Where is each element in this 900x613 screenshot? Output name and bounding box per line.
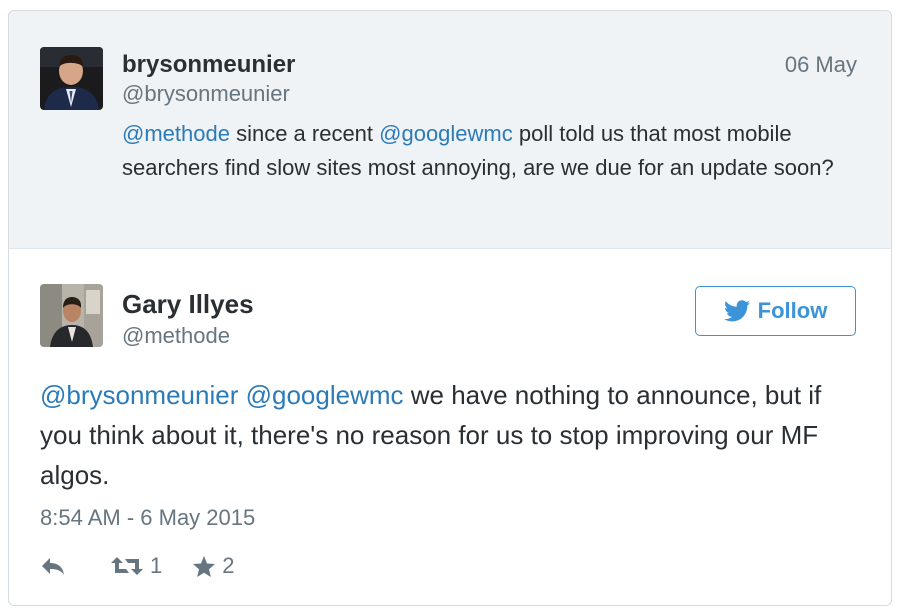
parent-display-name[interactable]: brysonmeunier xyxy=(122,51,295,79)
embedded-tweet-card: brysonmeunier @brysonmeunier 06 May @met… xyxy=(8,10,892,606)
reply-icon xyxy=(42,558,64,575)
main-tweet-text: @brysonmeunier @googlewmc we have nothin… xyxy=(40,375,860,495)
favorite-count: 2 xyxy=(222,553,235,578)
mention-link[interactable]: @methode xyxy=(122,121,230,146)
follow-button[interactable]: Follow xyxy=(695,286,856,336)
author-handle[interactable]: @methode xyxy=(122,323,230,349)
follow-label: Follow xyxy=(757,298,828,323)
mention-link[interactable]: @googlewmc xyxy=(379,121,513,146)
parent-handle[interactable]: @brysonmeunier xyxy=(122,81,290,107)
star-icon xyxy=(193,555,216,577)
avatar-brysonmeunier[interactable] xyxy=(40,47,103,110)
parent-date[interactable]: 06 May xyxy=(785,52,857,78)
tweet-actions: 1 2 xyxy=(40,551,235,581)
retweet-icon xyxy=(111,557,143,575)
retweet-count: 1 xyxy=(150,553,163,578)
tweet-text-segment: since a recent xyxy=(229,121,380,146)
author-display-name[interactable]: Gary Illyes xyxy=(122,289,254,320)
avatar-gary-illyes[interactable] xyxy=(40,284,103,347)
tweet-text-segment xyxy=(238,380,245,410)
parent-tweet-text: @methode since a recent @googlewmc poll … xyxy=(122,117,867,185)
mention-link[interactable]: @googlewmc xyxy=(246,380,404,410)
tweet-timestamp[interactable]: 8:54 AM - 6 May 2015 xyxy=(40,505,255,531)
twitter-bird-icon xyxy=(723,300,750,322)
mention-link[interactable]: @brysonmeunier xyxy=(40,380,238,410)
favorite-button[interactable]: 2 xyxy=(192,553,235,579)
parent-tweet[interactable]: brysonmeunier @brysonmeunier 06 May @met… xyxy=(9,11,891,249)
reply-button[interactable] xyxy=(40,555,66,577)
retweet-button[interactable]: 1 xyxy=(110,553,162,579)
